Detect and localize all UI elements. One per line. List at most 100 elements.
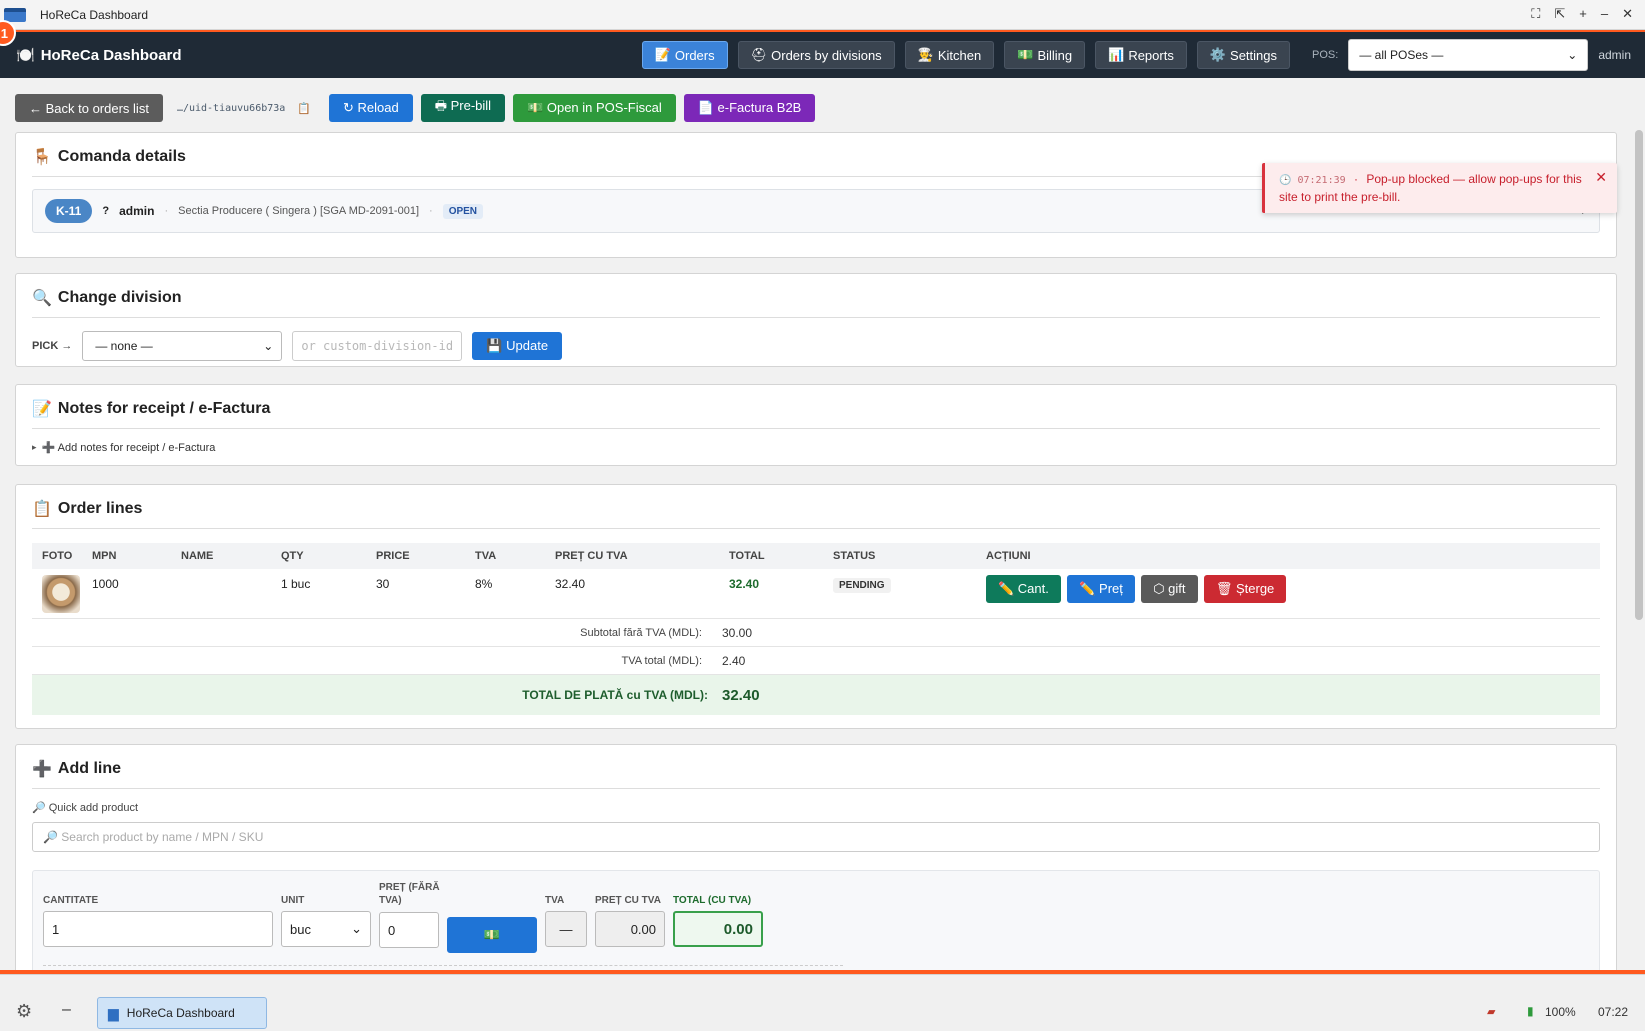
nav-kitchen[interactable]: 👨‍🍳 Kitchen [904,41,995,69]
back-to-orders-button[interactable]: ← Back to orders list [15,94,163,122]
change-division-heading: Change division [57,289,182,306]
nav-user: admin [1598,48,1631,62]
tva-total-label: TVA total (MDL): [621,654,702,667]
navbar: 🍽️ HoReCa Dashboard 📝 Orders ⛑ Orders by… [0,32,1645,78]
add-line-title: ➕ Add line [32,759,1600,789]
delete-line-button[interactable]: 🗑 Șterge [1203,575,1287,603]
product-search-input[interactable]: 🔎 Search product by name / MPN / SKU [32,822,1600,852]
brand[interactable]: 🍽️ HoReCa Dashboard [16,46,182,65]
row-qty: 1 buc [281,577,311,591]
gear-icon: ⚙️ [1209,47,1227,62]
order-uid: …/uid-tiauvu66b73a [176,102,286,114]
nav-menu: 📝 Orders ⛑ Orders by divisions 👨‍🍳 Kitch… [641,39,1645,71]
row-pret-cu-tva: 32.40 [555,577,586,591]
window-controls: ⛶ ⇱ + – ✕ [1531,6,1633,22]
division-select-value: — none — [95,339,153,353]
maximize-icon[interactable]: + [1579,6,1587,22]
subtotal-value: 30.00 [722,625,753,640]
taskbar-app-label: HoReCa Dashboard [126,1006,235,1020]
popup-blocked-toast: 🕒 07:21:39 · Pop-up blocked — allow pop-… [1262,163,1617,213]
pret-input[interactable]: 0 [379,912,439,948]
money-button-field: 💵 [447,912,537,953]
order-division: Sectia Producere ( Singera ) [SGA MD-209… [178,205,420,217]
edit-price-button[interactable]: ✏️ Preț [1067,575,1135,603]
pret-label: PREȚ (FĂRĂ TVA) [379,882,440,906]
minimize-icon[interactable]: – [1601,6,1608,22]
scrollbar-thumb[interactable] [1635,130,1643,620]
status-badge: OPEN [442,203,484,219]
brand-title: HoReCa Dashboard [40,46,182,64]
pos-select-value: — all POSes — [1359,48,1444,62]
reload-button[interactable]: ↻ Reload [329,94,413,122]
order-user: admin [119,204,155,218]
chevron-down-icon: ⌄ [351,921,362,936]
battery-icon[interactable]: ▮ [1527,1004,1534,1018]
copy-icon[interactable]: 📋 [297,102,311,115]
battery-level: 100% [1545,1005,1576,1019]
dish-icon: 🍽️ [16,47,35,64]
unit-select[interactable]: buc ⌄ [281,911,371,947]
tva-total-value: 2.40 [722,653,746,668]
page-scrollbar[interactable] [1633,124,1643,970]
close-window-icon[interactable]: ✕ [1622,6,1633,22]
order-lines-card: 📋 Order lines FOTO MPN NAME QTY PRICE TV… [15,484,1617,729]
cantitate-input[interactable]: 1 [43,911,273,947]
row-tva: 8% [475,577,493,591]
pret-cu-tva-display: 0.00 [595,911,665,947]
notes-card: 📝 Notes for receipt / e-Factura ▸ ➕ Add … [15,384,1617,466]
col-pret-cu-tva: PREȚ CU TVA [555,550,628,562]
col-actiuni: ACȚIUNI [986,550,1031,562]
nav-orders[interactable]: 📝 Orders [641,41,728,69]
add-line-card: ➕ Add line 🔎 Quick add product 🔎 Search … [15,744,1617,970]
nav-settings-label: Settings [1230,47,1278,63]
plus-icon: ➕ [32,761,52,778]
tva-total-row: TVA total (MDL): 2.40 [32,647,1600,675]
add-notes-toggle[interactable]: ▸ ➕ Add notes for receipt / e-Factura [32,441,1600,454]
memo-icon: 📝 [32,401,52,418]
restore-icon[interactable]: ⇱ [1554,6,1565,22]
nav-orders-by-divisions-label: Orders by divisions [771,47,882,63]
unit-select-value: buc [290,921,311,937]
order-lines-title: 📋 Order lines [32,499,1600,529]
row-mpn: 1000 [92,577,119,591]
nav-billing-label: Billing [1037,47,1073,63]
network-icon[interactable]: ▰ [1487,1005,1495,1018]
product-thumbnail[interactable] [42,575,80,613]
row-foto [32,569,92,618]
add-line-form: CANTITATE 1 UNIT buc ⌄ PREȚ (FĂRĂ TVA) 0… [32,870,1600,970]
separator-dot: · [429,205,433,217]
tva-field: TVA — [545,895,587,947]
nav-reports[interactable]: 📊 Reports [1095,41,1187,69]
pos-select[interactable]: — all POSes — ⌄ [1348,39,1589,71]
row-actions: ✏️ Cant. ✏️ Preț ⬡ gift 🗑 Șterge [986,569,1600,618]
nav-orders-by-divisions[interactable]: ⛑ Orders by divisions [737,41,895,69]
e-factura-button[interactable]: 📄 e-Factura B2B [683,94,816,122]
clock[interactable]: 07:22 [1598,1005,1628,1019]
update-division-button[interactable]: 💾 Update [472,332,563,360]
toast-separator: · [1353,172,1358,186]
row-price: 30 [376,577,390,591]
close-icon[interactable]: ✕ [1595,169,1607,186]
form-divider [43,965,843,966]
edit-quantity-button[interactable]: ✏️ Cant. [986,575,1061,603]
unit-label: UNIT [281,895,305,906]
nav-billing[interactable]: 💵 Billing [1004,41,1086,69]
gift-button[interactable]: ⬡ gift [1141,575,1198,603]
gear-icon[interactable]: ⚙ [16,1001,32,1022]
grand-total-label: TOTAL DE PLATĂ cu TVA (MDL): [522,688,708,702]
window-title: HoReCa Dashboard [40,7,149,22]
order-toolbar: ← Back to orders list …/uid-tiauvu66b73a… [15,94,816,122]
fullscreen-icon[interactable]: ⛶ [1531,6,1540,22]
nav-settings[interactable]: ⚙️ Settings [1196,41,1291,69]
taskbar-app-horeca[interactable]: ▆ HoReCa Dashboard [97,997,267,1029]
custom-division-placeholder: or custom-division-id [301,339,454,353]
col-mpn: MPN [92,550,117,562]
col-foto: FOTO [42,550,73,562]
price-lookup-button[interactable]: 💵 [447,917,537,953]
division-select[interactable]: — none — ⌄ [82,331,283,361]
minimize-all-icon[interactable]: – [62,1001,71,1019]
pre-bill-button[interactable]: 🖶 Pre-bill [420,94,506,122]
custom-division-input[interactable]: or custom-division-id [292,331,463,361]
open-pos-fiscal-button[interactable]: 💵 Open in POS-Fiscal [513,94,676,122]
row-total: 32.40 [729,577,760,591]
